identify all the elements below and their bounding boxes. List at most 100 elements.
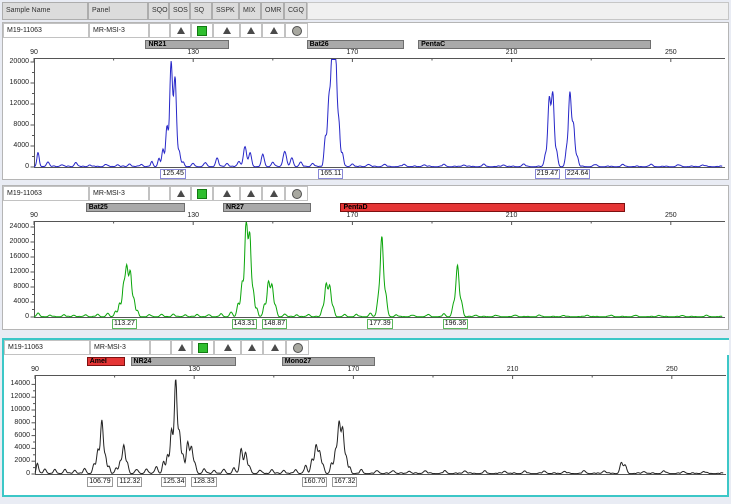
sqo-flag-cell[interactable] [150, 340, 171, 355]
peak-size-label[interactable]: 106.79 [87, 477, 112, 487]
sos-flag-cell[interactable] [170, 186, 191, 201]
y-tick-label: 8000 [6, 419, 30, 427]
cgq-flag-cell[interactable] [285, 186, 308, 201]
sample-name-cell: M19-11063 [3, 186, 89, 201]
marker-bar-nr21[interactable]: NR21 [145, 40, 229, 49]
sq-flag-square-icon [198, 343, 208, 353]
peak-size-label[interactable]: 177.39 [367, 319, 392, 329]
sspk-flag-triangle-icon [224, 344, 232, 351]
sample-row[interactable]: M19-11063MR-MSI-3 [3, 186, 728, 201]
peak-size-label[interactable]: 125.45 [160, 169, 185, 179]
x-tick-label: 170 [348, 366, 360, 374]
column-header-sos: SOS [169, 2, 190, 20]
sos-flag-cell[interactable] [170, 23, 191, 38]
marker-bar-nr27[interactable]: NR27 [223, 203, 311, 212]
x-tick-label: 250 [666, 366, 678, 374]
peak-size-label[interactable]: 125.34 [161, 477, 186, 487]
y-tick-label: 24000 [5, 223, 29, 231]
marker-bar-pentad[interactable]: PentaD [340, 203, 625, 212]
marker-bar-mono27[interactable]: Mono27 [282, 357, 376, 366]
y-tick-label: 0 [5, 163, 29, 171]
sq-flag-cell[interactable] [191, 23, 213, 38]
mix-flag-triangle-icon [247, 27, 255, 34]
omr-flag-cell[interactable] [263, 340, 286, 355]
x-tick-label: 210 [506, 212, 518, 220]
sqo-flag-cell[interactable] [149, 186, 170, 201]
mix-flag-cell[interactable] [240, 186, 262, 201]
peak-size-label[interactable]: 128.33 [191, 477, 216, 487]
marker-bar-bat26[interactable]: Bat26 [307, 40, 405, 49]
sample-row[interactable]: M19-11063MR-MSI-3 [4, 340, 729, 355]
sos-flag-cell[interactable] [171, 340, 192, 355]
x-tick-label: 90 [30, 49, 38, 57]
peak-size-label[interactable]: 143.31 [232, 319, 257, 329]
sample-section-1: M19-11063MR-MSI-3NR21Bat26PentaC90130170… [2, 22, 729, 180]
column-header-filler [307, 2, 729, 20]
panel-cell: MR-MSI-3 [90, 340, 150, 355]
peak-size-label[interactable]: 148.87 [262, 319, 287, 329]
x-tick-label: 170 [347, 212, 359, 220]
electropherogram-plot[interactable] [29, 58, 727, 168]
x-tick-label: 250 [665, 212, 677, 220]
column-header-sq: SQ [190, 2, 212, 20]
marker-bar-bat25[interactable]: Bat25 [86, 203, 186, 212]
cgq-flag-circle-icon [292, 189, 302, 199]
peak-size-label[interactable]: 165.11 [318, 169, 343, 179]
x-tick-label: 210 [507, 366, 519, 374]
y-tick-label: 0 [6, 470, 30, 478]
sspk-flag-cell[interactable] [213, 186, 240, 201]
column-header-cgq: CGQ [284, 2, 307, 20]
cgq-flag-cell[interactable] [285, 23, 308, 38]
omr-flag-cell[interactable] [262, 23, 285, 38]
omr-flag-cell[interactable] [262, 186, 285, 201]
sspk-flag-cell[interactable] [213, 23, 240, 38]
trace-line [35, 380, 723, 474]
y-tick-label: 14000 [6, 380, 30, 388]
electropherogram-plot[interactable] [29, 221, 727, 318]
y-tick-label: 6000 [6, 432, 30, 440]
sample-section-3-selected: M19-11063MR-MSI-3 Amel NR24 Mono27 90 130 170 2… [2, 338, 729, 497]
marker-bar-nr24[interactable]: NR24 [131, 357, 236, 366]
y-tick-label: 8000 [5, 121, 29, 129]
x-tick-label: 170 [347, 49, 359, 57]
sqo-flag-cell[interactable] [149, 23, 170, 38]
x-tick-label: 90 [30, 212, 38, 220]
x-tick-label: 210 [506, 49, 518, 57]
y-tick-label: 12000 [6, 393, 30, 401]
peak-size-label[interactable]: 160.70 [302, 477, 327, 487]
column-header-omr: OMR [261, 2, 284, 20]
mix-flag-triangle-icon [247, 190, 255, 197]
sspk-flag-cell[interactable] [214, 340, 241, 355]
omr-flag-triangle-icon [270, 190, 278, 197]
y-tick-label: 12000 [5, 100, 29, 108]
table-header-row: Sample NamePanelSQOSOSSQSSPKMIXOMRCGQ [2, 2, 729, 20]
cgq-flag-cell[interactable] [286, 340, 309, 355]
sample-row[interactable]: M19-11063MR-MSI-3 [3, 23, 728, 38]
peak-size-label[interactable]: 113.27 [112, 319, 137, 329]
mix-flag-cell[interactable] [240, 23, 262, 38]
peak-size-label[interactable]: 224.64 [565, 169, 590, 179]
mix-flag-triangle-icon [248, 344, 256, 351]
y-tick-label: 16000 [5, 253, 29, 261]
sq-flag-cell[interactable] [191, 186, 213, 201]
peak-size-label[interactable]: 196.36 [443, 319, 468, 329]
peak-size-label[interactable]: 167.32 [332, 477, 357, 487]
x-tick-label: 90 [31, 366, 39, 374]
peak-size-label[interactable]: 112.32 [117, 477, 142, 487]
omr-flag-triangle-icon [271, 344, 279, 351]
panel-cell: MR-MSI-3 [89, 186, 149, 201]
x-tick-label: 130 [187, 212, 199, 220]
y-tick-label: 4000 [5, 142, 29, 150]
mix-flag-cell[interactable] [241, 340, 263, 355]
column-header-panel: Panel [88, 2, 148, 20]
electropherogram-plot[interactable] [30, 375, 728, 475]
sq-flag-square-icon [197, 189, 207, 199]
peak-size-label[interactable]: 219.47 [535, 169, 560, 179]
trace-line [34, 223, 722, 317]
marker-bar-pentac[interactable]: PentaC [418, 40, 651, 49]
application-window: Sample NamePanelSQOSOSSQSSPKMIXOMRCGQ M1… [0, 0, 731, 504]
marker-bar-amel[interactable]: Amel [87, 357, 125, 366]
x-tick-label: 130 [188, 366, 200, 374]
sos-flag-triangle-icon [177, 190, 185, 197]
sq-flag-cell[interactable] [192, 340, 214, 355]
